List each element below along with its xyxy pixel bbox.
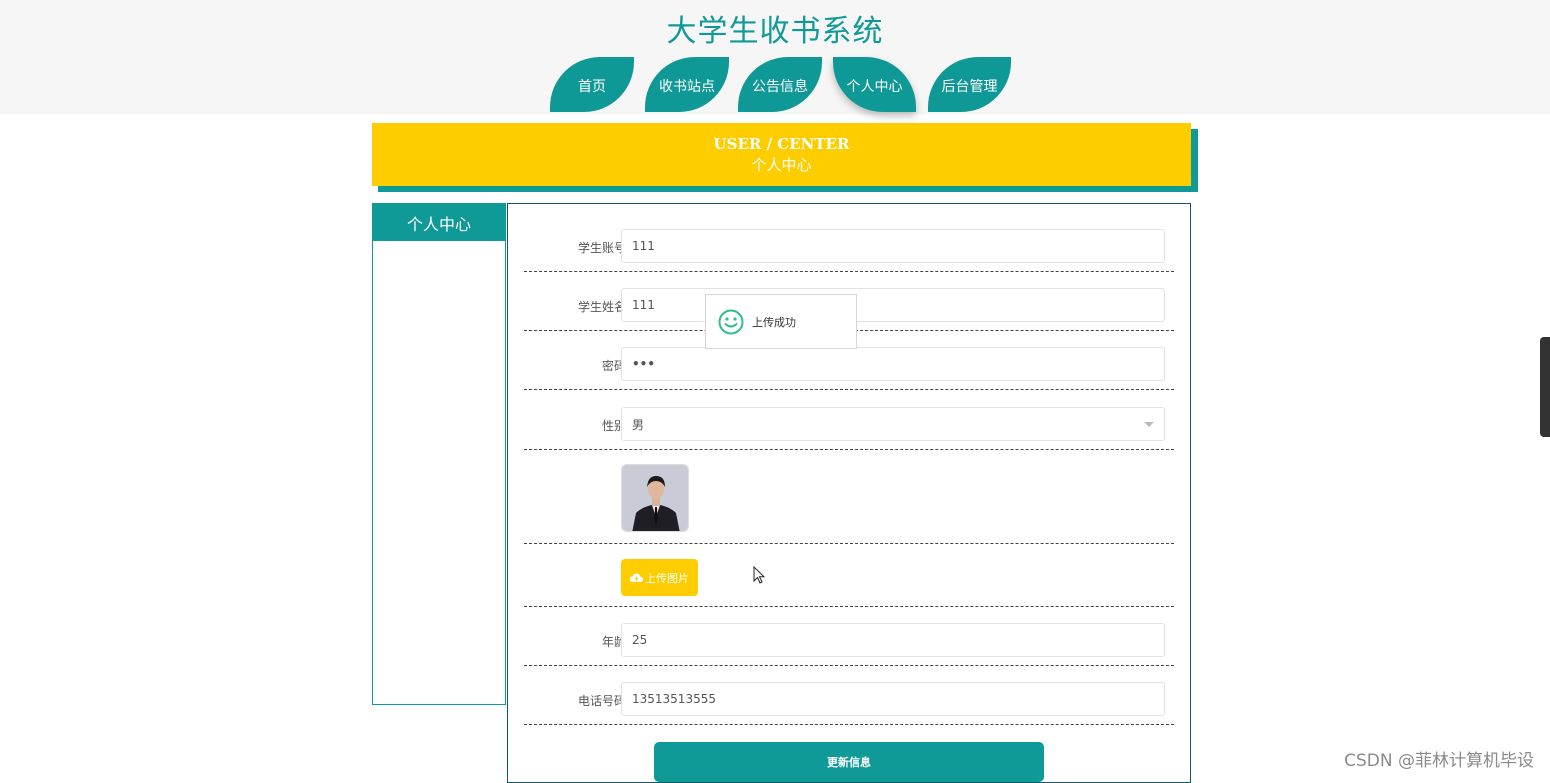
nav-home[interactable]: 首页 [550,57,634,112]
site-header: 大学生收书系统 首页 收书站点 公告信息 个人中心 后台管理 [0,0,1550,114]
form-row-account: 学生账号 111 [524,204,1174,272]
banner-title-cn: 个人中心 [751,156,812,174]
sidebar-item-personal-center[interactable]: 个人中心 [373,204,505,241]
profile-form: 学生账号 111 学生姓名 111 密码 ••• 性别 男 上传图片 年龄 25… [507,203,1191,783]
age-input[interactable]: 25 [621,623,1165,657]
toast-message: 上传成功 [752,315,796,329]
page-banner: USER / CENTER 个人中心 [372,123,1191,186]
site-title: 大学生收书系统 [666,14,884,49]
name-label: 学生姓名 [577,300,626,314]
phone-input[interactable]: 13513513555 [621,682,1165,716]
watermark: CSDN @菲林计算机毕设 [1344,751,1534,771]
nav-notices[interactable]: 公告信息 [738,57,822,112]
chevron-down-icon [1144,422,1154,427]
nav-stations[interactable]: 收书站点 [645,57,729,112]
gender-select-value: 男 [632,417,645,432]
name-input[interactable]: 111 [621,288,1165,322]
account-label: 学生账号 [577,241,626,255]
form-row-phone: 电话号码 13513513555 [524,665,1174,725]
password-input[interactable]: ••• [621,347,1165,381]
form-row-upload: 上传图片 [524,543,1174,607]
sidebar: 个人中心 [372,203,506,705]
smile-icon [718,309,744,334]
gender-select[interactable]: 男 [621,407,1165,441]
nav-admin[interactable]: 后台管理 [928,57,1011,112]
form-row-avatar [524,449,1174,544]
avatar [621,464,689,532]
upload-success-toast: 上传成功 [705,294,857,349]
upload-button-label: 上传图片 [645,571,689,585]
update-info-button[interactable]: 更新信息 [654,742,1044,782]
upload-image-button[interactable]: 上传图片 [621,559,698,596]
phone-label: 电话号码 [577,694,626,708]
account-input[interactable]: 111 [621,229,1165,263]
banner-title-en: USER / CENTER [713,135,850,153]
scrollbar-handle[interactable] [1540,337,1550,437]
form-row-age: 年龄 25 [524,606,1174,666]
mouse-cursor-icon [753,565,766,588]
nav-personal-center[interactable]: 个人中心 [833,57,916,112]
cloud-upload-icon [630,573,643,582]
form-row-gender: 性别 男 [524,389,1174,450]
